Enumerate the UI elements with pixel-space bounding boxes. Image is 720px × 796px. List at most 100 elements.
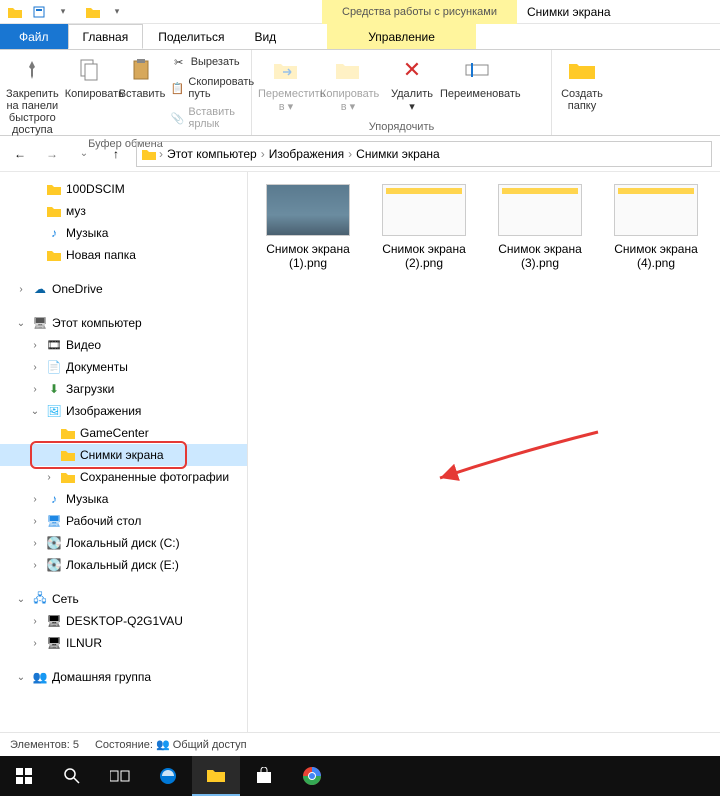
paste-label: Вставить: [119, 88, 166, 100]
copy-button[interactable]: Копировать: [63, 52, 115, 102]
status-count-label: Элементов:: [10, 739, 70, 751]
tree-item-network[interactable]: ⌄🖧Сеть: [0, 588, 247, 610]
thumbnail: [382, 184, 466, 236]
document-icon: 📄: [46, 359, 62, 375]
tree-item[interactable]: ›🖥ILNUR: [0, 632, 247, 654]
up-button[interactable]: ↑: [104, 142, 128, 166]
copy-icon: [73, 54, 105, 86]
task-view-button[interactable]: [96, 756, 144, 796]
shared-icon: 👥: [156, 739, 170, 751]
tree-item-onedrive[interactable]: ›☁OneDrive: [0, 278, 247, 300]
desktop-icon: 🖥: [46, 513, 62, 529]
store-button[interactable]: [240, 756, 288, 796]
file-item[interactable]: Снимок экрана (1).png: [260, 184, 356, 270]
navigation-bar: ← → ⌄ ↑ › Этот компьютер › Изображения ›…: [0, 136, 720, 172]
paste-button[interactable]: Вставить: [117, 52, 165, 102]
tree-item-screenshots[interactable]: Снимки экрана: [0, 444, 247, 466]
tree-item[interactable]: муз: [0, 200, 247, 222]
thumbnail: [266, 184, 350, 236]
tree-item[interactable]: ›💽Локальный диск (C:): [0, 532, 247, 554]
search-button[interactable]: [48, 756, 96, 796]
status-state-label: Состояние:: [95, 739, 153, 751]
forward-button[interactable]: →: [40, 142, 64, 166]
copy-path-button[interactable]: 📋Скопировать путь: [167, 74, 261, 102]
video-icon: 🎞: [46, 337, 62, 353]
disk-icon: 💽: [46, 535, 62, 551]
folder-icon: [46, 181, 62, 197]
tree-item[interactable]: ♪Музыка: [0, 222, 247, 244]
crumb-screenshots[interactable]: Снимки экрана: [354, 147, 442, 161]
rename-button[interactable]: Переименовать: [438, 52, 516, 102]
pin-quick-access-button[interactable]: Закрепить на панели быстрого доступа: [4, 52, 61, 138]
new-folder-button[interactable]: Создать папку: [556, 52, 608, 114]
pc-icon: 🖥: [46, 635, 62, 651]
pin-icon: [16, 54, 48, 86]
thumbnail: [614, 184, 698, 236]
folder-icon: [141, 147, 157, 161]
tree-item[interactable]: ›🖥Рабочий стол: [0, 510, 247, 532]
tree-item[interactable]: ›⬇Загрузки: [0, 378, 247, 400]
crumb-this-pc[interactable]: Этот компьютер: [165, 147, 259, 161]
annotation-arrow: [428, 422, 608, 502]
pin-label: Закрепить на панели быстрого доступа: [6, 88, 59, 136]
folder-icon: [46, 203, 62, 219]
explorer-button[interactable]: [192, 756, 240, 796]
homegroup-icon: 👥: [32, 669, 48, 685]
music-icon: ♪: [46, 225, 62, 241]
file-item[interactable]: Снимок экрана (3).png: [492, 184, 588, 270]
qat-dropdown-icon[interactable]: ▾: [106, 2, 128, 22]
navigation-tree[interactable]: 100DSCIM муз ♪Музыка Новая папка ›☁OneDr…: [0, 172, 248, 732]
shortcut-icon: 📎: [171, 110, 185, 126]
move-to-button[interactable]: Переместить в ▾: [256, 52, 316, 115]
folder-icon: [46, 247, 62, 263]
copy-to-button[interactable]: Копировать в ▾: [318, 52, 378, 115]
tab-share[interactable]: Поделиться: [143, 24, 239, 49]
title-bar: ▾ ▾ Средства работы с рисунками Снимки э…: [0, 0, 720, 24]
tree-item-pictures[interactable]: ⌄🖼Изображения: [0, 400, 247, 422]
tab-view[interactable]: Вид: [239, 24, 291, 49]
tree-item[interactable]: ›📄Документы: [0, 356, 247, 378]
tab-home[interactable]: Главная: [68, 24, 144, 49]
tab-file[interactable]: Файл: [0, 24, 68, 49]
file-item[interactable]: Снимок экрана (4).png: [608, 184, 704, 270]
file-name: Снимок экрана (3).png: [492, 242, 588, 270]
tree-item-this-pc[interactable]: ⌄🖥Этот компьютер: [0, 312, 247, 334]
qat-dropdown-icon[interactable]: ▾: [52, 2, 74, 22]
address-bar[interactable]: › Этот компьютер › Изображения › Снимки …: [136, 141, 712, 167]
pc-icon: 🖥: [32, 315, 48, 331]
status-state: Общий доступ: [173, 739, 247, 751]
file-name: Снимок экрана (4).png: [608, 242, 704, 270]
tree-item[interactable]: ›🎞Видео: [0, 334, 247, 356]
file-item[interactable]: Снимок экрана (2).png: [376, 184, 472, 270]
back-button[interactable]: ←: [8, 142, 32, 166]
delete-button[interactable]: ✕ Удалить ▾: [388, 52, 436, 115]
cut-button[interactable]: ✂Вырезать: [167, 52, 261, 72]
music-icon: ♪: [46, 491, 62, 507]
network-icon: 🖧: [32, 591, 48, 607]
chrome-button[interactable]: [288, 756, 336, 796]
folder-icon: [82, 2, 104, 22]
tree-item[interactable]: Новая папка: [0, 244, 247, 266]
pictures-icon: 🖼: [46, 403, 62, 419]
group-organize-label: Упорядочить: [256, 121, 547, 135]
paste-shortcut-button[interactable]: 📎Вставить ярлык: [167, 104, 261, 132]
properties-icon[interactable]: [28, 2, 50, 22]
tree-item[interactable]: GameCenter: [0, 422, 247, 444]
crumb-pictures[interactable]: Изображения: [267, 147, 346, 161]
move-icon: [270, 54, 302, 86]
disk-icon: 💽: [46, 557, 62, 573]
recent-dropdown[interactable]: ⌄: [72, 142, 96, 166]
tab-manage[interactable]: Управление: [327, 24, 476, 49]
tree-item[interactable]: ›♪Музыка: [0, 488, 247, 510]
tree-item[interactable]: ›🖥DESKTOP-Q2G1VAU: [0, 610, 247, 632]
edge-button[interactable]: [144, 756, 192, 796]
tree-item-homegroup[interactable]: ⌄👥Домашняя группа: [0, 666, 247, 688]
tree-item[interactable]: 100DSCIM: [0, 178, 247, 200]
paste-icon: [125, 54, 157, 86]
ribbon-tabs: Файл Главная Поделиться Вид Управление: [0, 24, 720, 50]
start-button[interactable]: [0, 756, 48, 796]
content-pane[interactable]: Снимок экрана (1).png Снимок экрана (2).…: [248, 172, 720, 732]
tree-item[interactable]: ›Сохраненные фотографии: [0, 466, 247, 488]
tree-item[interactable]: ›💽Локальный диск (E:): [0, 554, 247, 576]
pc-icon: 🖥: [46, 613, 62, 629]
